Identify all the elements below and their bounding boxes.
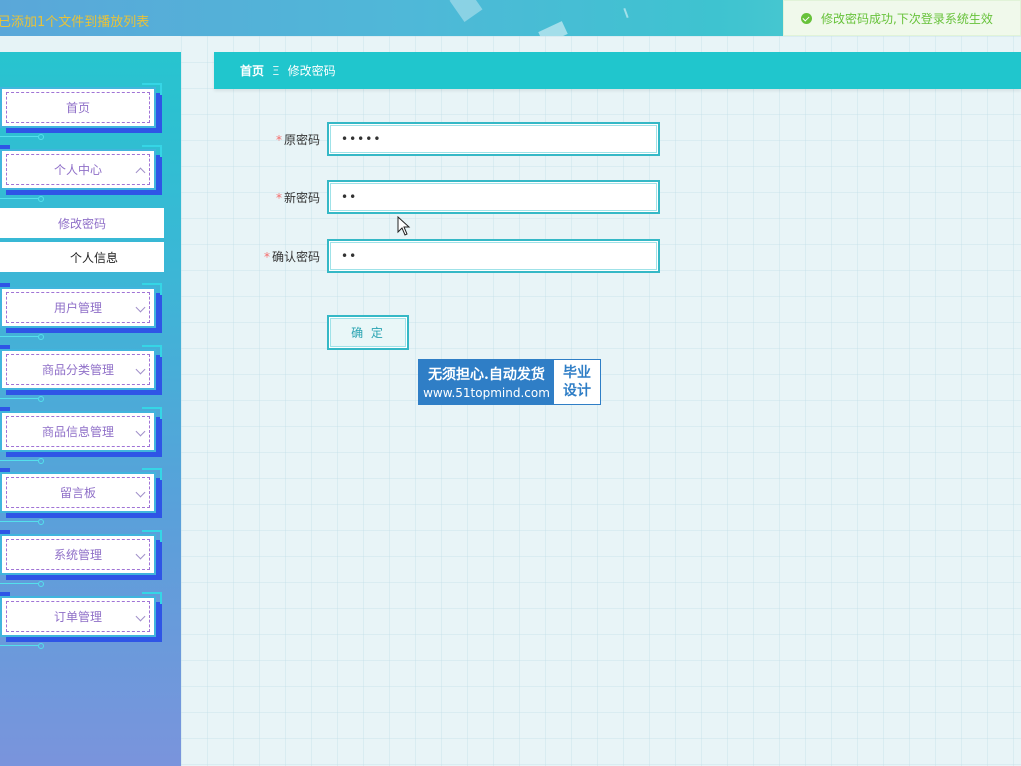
sidebar-item-label: 商品分类管理 — [41, 363, 114, 377]
sidebar-item-label: 用户管理 — [53, 301, 102, 315]
mouse-cursor-icon — [397, 216, 411, 236]
sidebar-item-label: 商品信息管理 — [41, 425, 114, 439]
watermark-banner: 无须担心.自动发货 www.51topmind.com 毕业 设计 — [418, 359, 601, 405]
old-password-input[interactable]: ••••• — [327, 122, 660, 156]
watermark-slogan: 无须担心.自动发货 — [428, 367, 545, 383]
decoration-shape — [538, 21, 568, 36]
sidebar-item-label: 首页 — [65, 101, 90, 115]
confirm-button[interactable]: 确 定 — [327, 315, 409, 350]
old-password-row: * 原密码 ••••• — [214, 122, 664, 156]
new-password-row: * 新密码 •• — [214, 180, 664, 214]
watermark-url: www.51topmind.com — [423, 386, 550, 400]
sidebar-item-system-management[interactable]: 系统管理 — [0, 530, 162, 587]
breadcrumb-current: 修改密码 — [287, 64, 336, 78]
sidebar-item-personal-center[interactable]: 个人中心 — [0, 145, 162, 202]
submenu-change-password[interactable]: 修改密码 — [0, 208, 164, 238]
submenu-label: 修改密码 — [57, 216, 106, 231]
confirm-password-input[interactable]: •• — [327, 239, 660, 273]
sidebar-item-product-management[interactable]: 商品信息管理 — [0, 407, 162, 464]
required-mark: * — [275, 133, 282, 147]
sidebar-item-message-board[interactable]: 留言板 — [0, 468, 162, 525]
sidebar-item-label: 个人中心 — [53, 163, 102, 177]
new-password-label: * 新密码 — [275, 191, 320, 205]
success-toast: 修改密码成功,下次登录系统生效 — [783, 0, 1021, 36]
watermark-tag-1: 毕业 — [563, 365, 591, 381]
marquee-text: 已添加1个文件到播放列表 — [0, 15, 150, 30]
success-check-icon — [801, 12, 812, 24]
sidebar-item-order-management[interactable]: 订单管理 — [0, 592, 162, 649]
sidebar-item-category-management[interactable]: 商品分类管理 — [0, 345, 162, 402]
required-mark: * — [263, 250, 270, 264]
sidebar-item-label: 系统管理 — [53, 548, 102, 562]
new-password-input[interactable]: •• — [327, 180, 660, 214]
breadcrumb-separator-icon: Ξ — [272, 63, 280, 78]
sidebar-item-user-management[interactable]: 用户管理 — [0, 283, 162, 340]
submenu-label: 个人信息 — [70, 250, 119, 265]
sidebar-item-label: 订单管理 — [53, 610, 102, 624]
breadcrumb: 首页 Ξ 修改密码 — [214, 52, 1021, 89]
watermark-tag-2: 设计 — [563, 383, 591, 399]
decoration-shape — [623, 7, 629, 19]
sidebar-item-label: 留言板 — [59, 486, 96, 500]
submenu-personal-info[interactable]: 个人信息 — [0, 242, 164, 272]
decoration-shape — [449, 0, 483, 22]
toast-message: 修改密码成功,下次登录系统生效 — [821, 11, 993, 26]
breadcrumb-home[interactable]: 首页 — [240, 62, 264, 79]
confirm-password-row: * 确认密码 •• — [214, 239, 664, 273]
confirm-password-label: * 确认密码 — [263, 250, 320, 264]
sidebar-item-home[interactable]: 首页 — [0, 83, 162, 140]
old-password-label: * 原密码 — [275, 133, 320, 147]
required-mark: * — [275, 191, 282, 205]
